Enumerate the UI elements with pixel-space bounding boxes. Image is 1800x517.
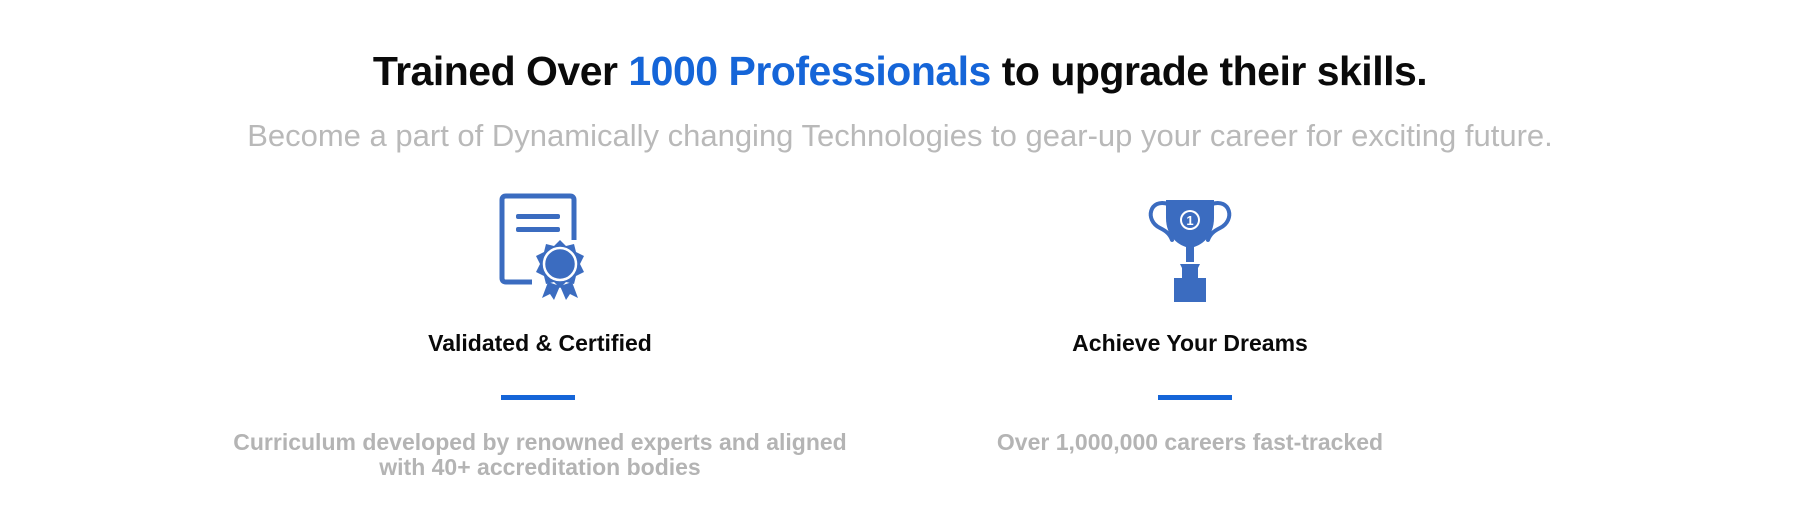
- feature-card-dreams: 1 Achieve Your Dreams Over 1,000,000 car…: [870, 190, 1510, 455]
- page-headline: Trained Over 1000 Professionals to upgra…: [0, 48, 1800, 95]
- feature-title: Validated & Certified: [428, 330, 652, 356]
- title-underline: [501, 395, 575, 400]
- headline-suffix: to upgrade their skills.: [990, 48, 1428, 94]
- headline-highlight: 1000 Professionals: [628, 48, 991, 94]
- feature-title: Achieve Your Dreams: [1072, 330, 1308, 356]
- headline-prefix: Trained Over: [372, 48, 629, 94]
- feature-card-certified: Validated & Certified Curriculum develop…: [220, 190, 860, 480]
- certificate-icon: [499, 193, 584, 300]
- svg-text:1: 1: [1186, 213, 1193, 228]
- trophy-icon: 1: [1148, 200, 1232, 302]
- title-underline: [1158, 395, 1232, 400]
- feature-description: Curriculum developed by renowned experts…: [233, 429, 847, 480]
- feature-description: Over 1,000,000 careers fast-tracked: [996, 429, 1384, 455]
- page-subheading: Become a part of Dynamically changing Te…: [247, 118, 1553, 153]
